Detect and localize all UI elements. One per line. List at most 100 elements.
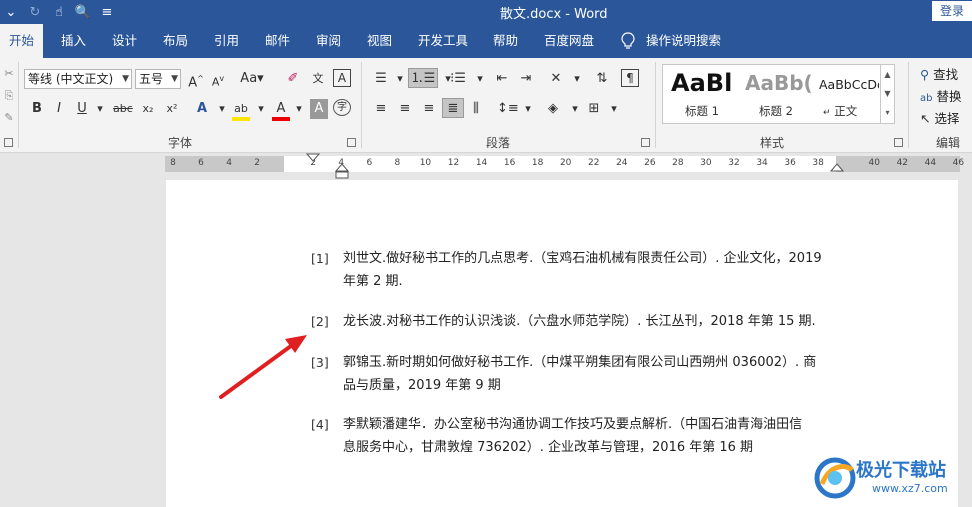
font-group-label: 字体 <box>168 136 193 150</box>
multilevel-list-icon[interactable]: ⁝☰ <box>449 69 467 89</box>
character-shading-icon[interactable]: A <box>310 99 328 119</box>
shrink-font-icon[interactable]: Av <box>209 69 227 89</box>
show-marks-icon[interactable]: ¶ <box>621 69 639 87</box>
format-painter-icon[interactable]: ✎ <box>0 108 18 128</box>
reference-line: 息服务中心，甘肃敦煌 736202）. 企业改革与管理，2016 年第 16 期 <box>343 440 754 455</box>
font-launcher-icon[interactable] <box>347 138 356 147</box>
reference-line: 龙长波.对秘书工作的认识浅谈.（六盘水师范学院）. 长江丛刊，2018 年第 1… <box>343 314 816 329</box>
tab-baidu-netdisk[interactable]: 百度网盘 <box>544 24 594 58</box>
tab-mailings[interactable]: 邮件 <box>265 24 290 58</box>
increase-indent-icon[interactable]: ⇥ <box>517 69 535 89</box>
text-effects-dropdown-icon[interactable]: ▾ <box>213 99 231 119</box>
select-button[interactable]: ↖ 选择 <box>920 108 960 127</box>
subscript-icon[interactable]: x₂ <box>139 99 157 119</box>
bullets-dropdown-icon[interactable]: ▾ <box>391 69 409 89</box>
reference-item[interactable]: 郭锦玉.新时期如何做好秘书工作.（中煤平朔集团有限公司山西朔州 036002）.… <box>343 351 840 397</box>
clipboard-launcher-icon[interactable] <box>4 138 13 147</box>
lightbulb-icon <box>621 32 635 49</box>
superscript-icon[interactable]: x² <box>163 99 181 119</box>
reference-item[interactable]: 李默颖潘建华．办公室秘书沟通协调工作技巧及要点解析.（中国石油青海油田信 息服务… <box>343 413 840 459</box>
tab-developer[interactable]: 开发工具 <box>418 24 468 58</box>
customize-toolbar-icon[interactable]: ≡ <box>98 5 116 20</box>
bullets-icon[interactable]: ☰ <box>372 69 390 89</box>
horizontal-ruler[interactable]: 8 6 4 2 2 4 6 8 10 12 14 16 18 20 22 24 26 28 30 32 34 36 38 40… <box>165 153 964 179</box>
underline-dropdown-icon[interactable]: ▾ <box>91 99 109 119</box>
styles-scroll[interactable]: ▲ ▼ ▾ <box>880 65 894 123</box>
shading-dropdown-icon[interactable]: ▾ <box>566 99 584 119</box>
tab-review[interactable]: 审阅 <box>316 24 341 58</box>
login-button[interactable]: 登录 <box>932 1 972 21</box>
group-separator <box>908 62 909 148</box>
style-heading-2[interactable]: AaBb( 标题 2 <box>739 65 811 123</box>
italic-icon[interactable]: I <box>50 99 68 119</box>
highlight-icon[interactable]: ab <box>232 99 250 121</box>
styles-launcher-icon[interactable] <box>894 138 903 147</box>
ruler-tick: 46 <box>952 158 965 168</box>
replace-button[interactable]: ab 替换 <box>920 86 962 105</box>
shading-icon[interactable]: ◈ <box>544 99 562 119</box>
font-size-combo[interactable]: 五号 ▼ <box>135 69 181 89</box>
touch-mode-icon[interactable]: ☝ <box>50 5 68 20</box>
borders-dropdown-icon[interactable]: ▾ <box>605 99 623 119</box>
font-color-dropdown-icon[interactable]: ▾ <box>290 99 308 119</box>
group-separator <box>655 62 656 148</box>
style-sample: AaBl <box>671 69 733 97</box>
sort-icon[interactable]: ⇅ <box>593 69 611 89</box>
phonetic-guide-icon[interactable]: 文 <box>309 69 327 89</box>
reference-line: 品与质量，2019 年第 9 期 <box>343 378 501 393</box>
print-preview-icon[interactable]: 🔍 <box>74 5 92 20</box>
bold-icon[interactable]: B <box>28 99 46 119</box>
ruler-tick: 8 <box>394 158 401 168</box>
reference-item[interactable]: 龙长波.对秘书工作的认识浅谈.（六盘水师范学院）. 长江丛刊，2018 年第 1… <box>343 310 840 333</box>
text-effects-icon[interactable]: A <box>193 99 211 119</box>
align-center-icon[interactable]: ≡ <box>396 99 414 119</box>
reference-item[interactable]: 刘世文.做好秘书工作的几点思考.（宝鸡石油机械有限责任公司）. 企业文化，201… <box>343 247 840 293</box>
paragraph-launcher-icon[interactable] <box>641 138 650 147</box>
grow-font-icon[interactable]: A^ <box>187 69 205 90</box>
enclose-characters-icon[interactable]: 字 <box>333 99 351 116</box>
tab-home[interactable]: 开始 <box>0 24 44 58</box>
ruler-tick: 42 <box>896 158 909 168</box>
tab-layout[interactable]: 布局 <box>163 24 188 58</box>
tab-insert[interactable]: 插入 <box>61 24 86 58</box>
style-heading-1[interactable]: AaBl 标题 1 <box>665 65 737 123</box>
font-name-combo[interactable]: 等线 (中文正文) ▼ <box>24 69 132 89</box>
justify-icon[interactable]: ≣ <box>442 98 464 118</box>
clear-formatting-icon[interactable]: ✐ <box>284 69 302 89</box>
quick-access-toolbar: ⌄ ↻ ☝ 🔍 ≡ <box>0 0 116 24</box>
undo-dropdown-icon[interactable]: ⌄ <box>2 5 20 20</box>
numbering-icon[interactable]: ⒈☰ <box>408 68 438 88</box>
first-line-indent-marker-icon[interactable] <box>306 152 320 178</box>
multilevel-dropdown-icon[interactable]: ▾ <box>471 69 489 89</box>
cut-icon[interactable]: ✂ <box>0 64 18 84</box>
line-spacing-dropdown-icon[interactable]: ▾ <box>519 99 537 119</box>
distributed-icon[interactable]: ⫼ <box>467 99 485 119</box>
highlight-dropdown-icon[interactable]: ▾ <box>252 99 270 119</box>
tab-help[interactable]: 帮助 <box>493 24 518 58</box>
find-button[interactable]: ⚲ 查找 <box>920 64 958 83</box>
chinese-layout-icon[interactable]: ✕ <box>547 69 565 89</box>
character-border-icon[interactable]: A <box>333 69 351 87</box>
line-spacing-icon[interactable]: ↕≡ <box>497 99 519 119</box>
strikethrough-icon[interactable]: abc <box>113 99 133 119</box>
copy-icon[interactable]: ⎘ <box>0 86 18 106</box>
reference-line: 年第 2 期. <box>343 274 403 289</box>
cursor-icon: ↖ <box>920 111 931 126</box>
borders-icon[interactable]: ⊞ <box>585 99 603 119</box>
align-right-icon[interactable]: ≡ <box>420 99 438 119</box>
chinese-layout-dropdown-icon[interactable]: ▾ <box>568 69 586 89</box>
underline-icon[interactable]: U <box>73 99 91 119</box>
ruler-tick: 28 <box>672 158 684 168</box>
decrease-indent-icon[interactable]: ⇤ <box>493 69 511 89</box>
change-case-icon[interactable]: Aa▾ <box>239 69 265 89</box>
align-left-icon[interactable]: ≡ <box>372 99 390 119</box>
redo-icon[interactable]: ↻ <box>26 5 44 20</box>
tab-view[interactable]: 视图 <box>367 24 392 58</box>
font-color-icon[interactable]: A <box>272 99 290 121</box>
tab-references[interactable]: 引用 <box>214 24 239 58</box>
tab-design[interactable]: 设计 <box>112 24 137 58</box>
style-normal[interactable]: AaBbCcDd ↵ 正文 <box>813 65 879 123</box>
tell-me-search[interactable]: 操作说明搜索 <box>646 24 721 58</box>
right-indent-marker-icon[interactable] <box>830 163 844 175</box>
style-sample: AaBbCcDd <box>819 77 879 92</box>
